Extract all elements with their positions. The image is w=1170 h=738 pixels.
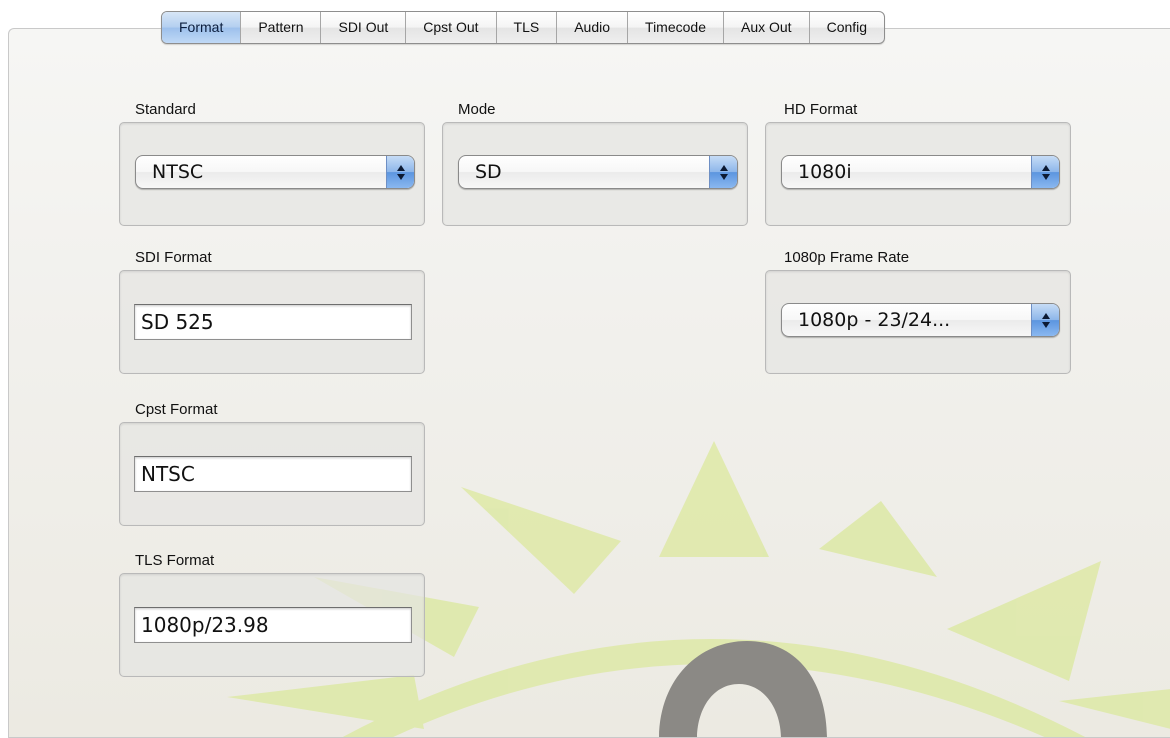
mode-popup[interactable]: SD (458, 155, 738, 189)
hd-format-popup[interactable]: 1080i (781, 155, 1060, 189)
tab-format[interactable]: Format (162, 12, 242, 43)
cpst-format-field[interactable]: NTSC (134, 456, 412, 492)
up-down-arrows-icon (709, 156, 737, 188)
watermark-ray-right-lower (947, 561, 1101, 681)
frame-rate-popup[interactable]: 1080p - 23/24... (781, 303, 1060, 337)
tab-audio[interactable]: Audio (557, 12, 629, 43)
sdi-format-label: SDI Format (135, 249, 212, 266)
up-down-arrows-icon (386, 156, 414, 188)
app-window: Format Pattern SDI Out Cpst Out TLS Audi… (0, 0, 1170, 738)
sdi-format-field[interactable]: SD 525 (134, 304, 412, 340)
tab-cpst-out[interactable]: Cpst Out (406, 12, 497, 43)
tls-format-label: TLS Format (135, 552, 215, 569)
cpst-format-label: Cpst Format (135, 401, 218, 418)
standard-group: NTSC (119, 122, 425, 226)
mode-label: Mode (458, 101, 496, 118)
hd-format-popup-value: 1080i (798, 161, 852, 183)
standard-label: Standard (135, 101, 196, 118)
tab-tls[interactable]: TLS (497, 12, 558, 43)
tab-config[interactable]: Config (810, 12, 884, 43)
mode-group: SD (442, 122, 748, 226)
tls-format-group: 1080p/23.98 (119, 573, 425, 677)
frame-rate-group: 1080p - 23/24... (765, 270, 1071, 374)
tls-format-field[interactable]: 1080p/23.98 (134, 607, 412, 643)
watermark-ray-right-upper (819, 501, 937, 577)
mode-popup-value: SD (475, 161, 502, 183)
tab-sdi-out[interactable]: SDI Out (321, 12, 407, 43)
hd-format-group: 1080i (765, 122, 1071, 226)
tab-aux-out[interactable]: Aux Out (724, 12, 810, 43)
frame-rate-label: 1080p Frame Rate (784, 249, 910, 266)
tab-bar: Format Pattern SDI Out Cpst Out TLS Audi… (161, 11, 886, 44)
standard-popup[interactable]: NTSC (135, 155, 415, 189)
up-down-arrows-icon (1031, 156, 1059, 188)
watermark-ray-top (659, 441, 769, 557)
tab-pattern[interactable]: Pattern (241, 12, 322, 43)
hd-format-label: HD Format (784, 101, 858, 118)
sdi-format-group: SD 525 (119, 270, 425, 374)
frame-rate-popup-value: 1080p - 23/24... (798, 309, 951, 331)
watermark-ray-left-upper (461, 487, 621, 594)
standard-popup-value: NTSC (152, 161, 204, 183)
cpst-format-group: NTSC (119, 422, 425, 526)
up-down-arrows-icon (1031, 304, 1059, 336)
tab-timecode[interactable]: Timecode (628, 12, 724, 43)
watermark-ray-far-right (1059, 689, 1170, 729)
